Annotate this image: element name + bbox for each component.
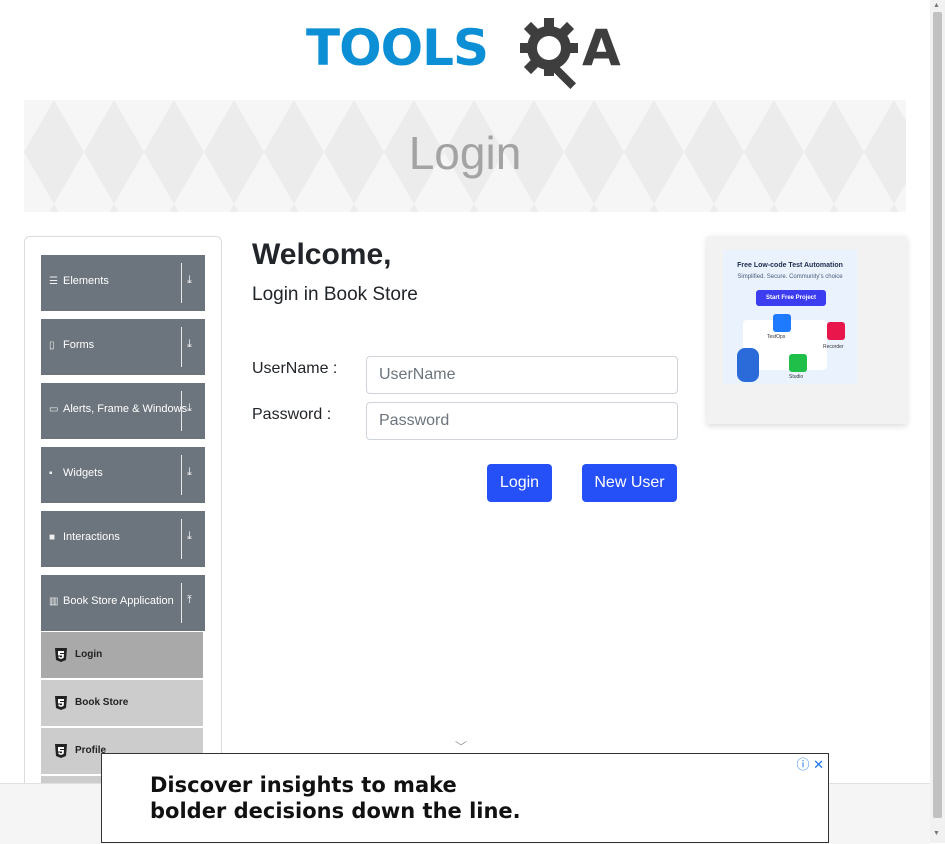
testops-logo-icon xyxy=(773,314,791,332)
window-icon: ▭ xyxy=(49,404,59,415)
sidebar: ☰ Elements ⤓ ▯ Forms ⤓ ▭ Alerts, Frame &… xyxy=(24,236,222,838)
ad-cta-button[interactable]: Start Free Project xyxy=(756,290,826,306)
expand-icon: ⤓ xyxy=(187,466,192,478)
square-icon: ■ xyxy=(49,532,56,543)
login-subtitle: Login in Book Store xyxy=(252,284,418,305)
studio-logo-icon xyxy=(789,354,807,372)
page-title: Login xyxy=(408,127,522,179)
ad-badge-studio: Studio xyxy=(789,374,804,380)
expand-icon: ⤓ xyxy=(187,402,192,414)
sidebar-item-label: Login xyxy=(75,649,103,660)
sidebar-item-login[interactable]: Login xyxy=(41,632,203,678)
sidebar-group-forms[interactable]: ▯ Forms ⤓ xyxy=(41,319,205,375)
username-input[interactable] xyxy=(366,356,678,394)
username-label: UserName : xyxy=(252,360,338,377)
password-label: Password : xyxy=(252,406,332,423)
expand-icon: ⤓ xyxy=(187,274,192,286)
sidebar-group-label: Alerts, Frame & Windows xyxy=(63,403,188,415)
side-advertisement[interactable]: Free Low-code Test Automation Simplified… xyxy=(707,236,907,424)
login-button[interactable]: Login xyxy=(487,464,552,502)
hamburger-icon: ☰ xyxy=(49,276,58,287)
scrollbar-thumb[interactable] xyxy=(933,12,942,818)
bar-chart-icon: ▥ xyxy=(49,596,59,607)
page-scrollbar[interactable]: ▲ ▼ xyxy=(930,0,945,843)
ad-subtitle: Simplified. Secure. Community's choice xyxy=(737,274,843,280)
html5-icon xyxy=(55,648,67,662)
html5-icon xyxy=(55,744,67,758)
sidebar-group-label: Book Store Application xyxy=(63,595,174,607)
scroll-up-icon[interactable]: ▲ xyxy=(933,2,940,9)
sidebar-group-label: Forms xyxy=(63,339,95,351)
sidebar-group-widgets[interactable]: ▪ Widgets ⤓ xyxy=(41,447,205,503)
logo-text: TOOLS xyxy=(306,19,489,77)
sidebar-item-label: Book Store xyxy=(75,697,129,708)
ad-headline-line2: bolder decisions down the line. xyxy=(150,799,521,823)
welcome-heading: Welcome, xyxy=(252,238,392,271)
expand-icon: ⤓ xyxy=(187,338,192,350)
sidebar-item-book-store[interactable]: Book Store xyxy=(41,680,203,726)
ad-close-icon[interactable]: ⓘ ✕ xyxy=(796,754,824,773)
robot-icon xyxy=(737,348,759,382)
gear-magnifier-icon xyxy=(520,18,578,90)
logo-text-a: A xyxy=(582,19,621,77)
toolsqa-logo[interactable]: TOOLS A xyxy=(306,14,628,92)
sidebar-group-label: Elements xyxy=(63,275,109,287)
password-input[interactable] xyxy=(366,402,678,440)
ad-headline: Discover insights to make bolder decisio… xyxy=(150,772,521,824)
ad-card: Free Low-code Test Automation Simplified… xyxy=(723,250,857,384)
sidebar-group-label: Widgets xyxy=(63,467,103,479)
ad-headline-line1: Discover insights to make xyxy=(150,773,457,797)
html5-icon xyxy=(55,696,67,710)
new-user-button[interactable]: New User xyxy=(582,464,677,502)
ad-badge-recorder: Recorder xyxy=(823,344,844,350)
sidebar-group-interactions[interactable]: ■ Interactions ⤓ xyxy=(41,511,205,567)
recorder-logo-icon xyxy=(827,322,845,340)
page-banner: Login xyxy=(24,100,906,212)
grid-icon: ▪ xyxy=(49,468,53,479)
bottom-advertisement[interactable]: Discover insights to make bolder decisio… xyxy=(101,753,829,843)
sidebar-group-elements[interactable]: ☰ Elements ⤓ xyxy=(41,255,205,311)
form-icon: ▯ xyxy=(49,340,55,351)
collapse-icon: ⤒ xyxy=(187,594,192,606)
scroll-down-icon[interactable]: ▼ xyxy=(933,830,940,837)
sidebar-group-alerts[interactable]: ▭ Alerts, Frame & Windows ⤓ xyxy=(41,383,205,439)
ad-badge-testops: TestOps xyxy=(767,334,786,340)
expand-icon: ⤓ xyxy=(187,530,192,542)
ad-title: Free Low-code Test Automation xyxy=(737,262,843,269)
sidebar-group-label: Interactions xyxy=(63,531,120,543)
sidebar-group-book-store[interactable]: ▥ Book Store Application ⤒ xyxy=(41,575,205,631)
